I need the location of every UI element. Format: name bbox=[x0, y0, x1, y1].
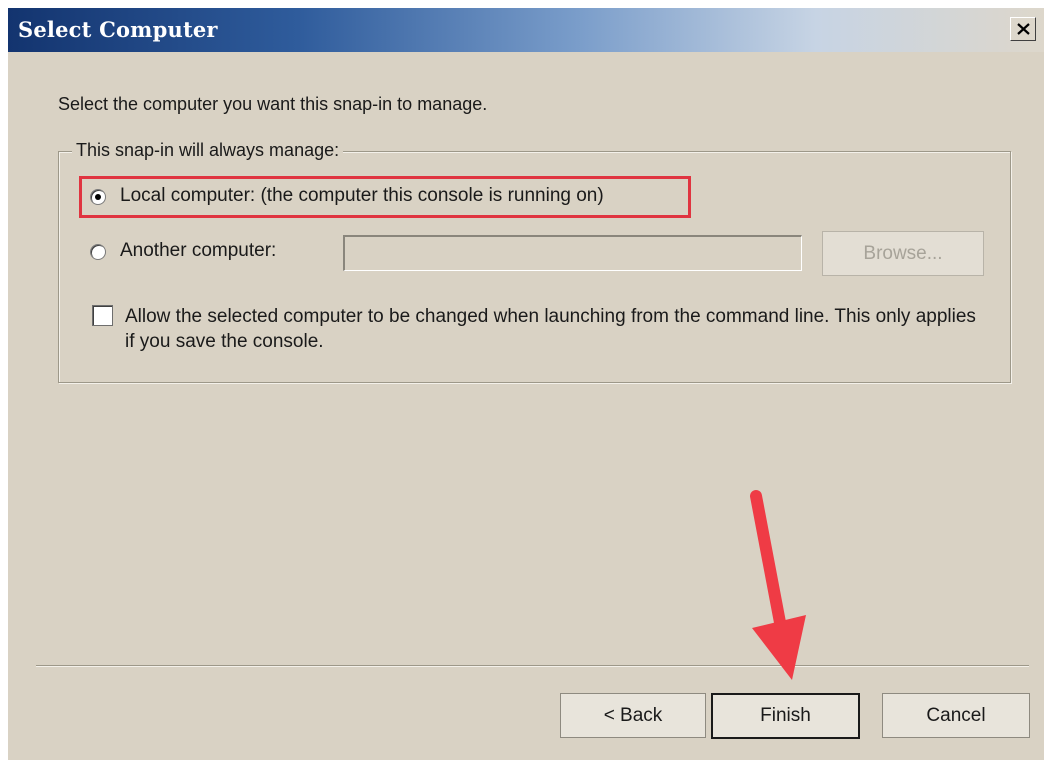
red-arrow-annotation bbox=[750, 490, 806, 680]
select-computer-dialog: Select Computer Select the computer you … bbox=[8, 8, 1044, 760]
